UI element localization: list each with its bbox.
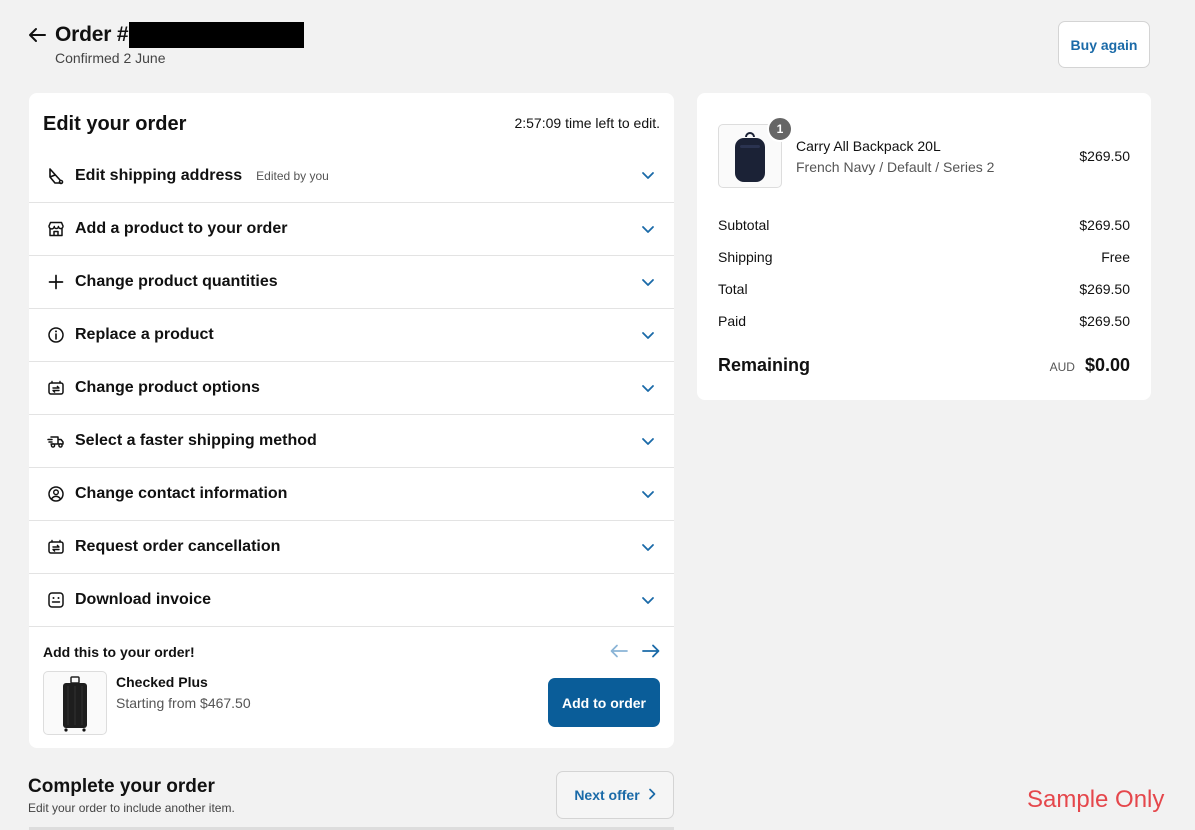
chevron-down-icon — [640, 168, 656, 184]
summary-product-variant: French Navy / Default / Series 2 — [796, 159, 995, 175]
truck-edit-icon — [47, 167, 65, 185]
chevron-right-icon — [648, 787, 656, 803]
chevron-down-icon — [640, 380, 656, 396]
summary-line-label: Paid — [718, 313, 747, 329]
buy-again-button[interactable]: Buy again — [1058, 21, 1150, 68]
row-label: Change product options — [75, 379, 260, 396]
summary-line-value: $269.50 — [1079, 281, 1130, 297]
change-options-row[interactable]: Change product options — [29, 362, 674, 415]
info-icon — [47, 326, 65, 344]
row-label: Edit shipping address Edited by you — [75, 166, 329, 184]
next-offer-label: Next offer — [574, 787, 640, 803]
row-label: Replace a product — [75, 326, 214, 343]
row-label: Change contact information — [75, 485, 288, 502]
complete-order-subtitle: Edit your order to include another item. — [28, 801, 235, 815]
store-icon — [47, 220, 65, 238]
download-invoice-row[interactable]: Download invoice — [29, 574, 674, 627]
back-arrow-icon[interactable] — [26, 24, 48, 46]
order-summary-card: 1 Carry All Backpack 20L French Navy / D… — [697, 93, 1151, 400]
chevron-down-icon — [640, 539, 656, 555]
change-contact-row[interactable]: Change contact information — [29, 468, 674, 521]
redacted-order-number — [129, 22, 305, 48]
upsell-product-price: Starting from $467.50 — [116, 695, 251, 711]
summary-line-label: Shipping — [718, 249, 773, 265]
remaining-value: AUD $0.00 — [1050, 355, 1130, 376]
row-label: Download invoice — [75, 591, 212, 608]
chevron-down-icon — [640, 592, 656, 608]
request-cancellation-row[interactable]: Request order cancellation — [29, 521, 674, 574]
chevron-down-icon — [640, 327, 656, 343]
remaining-label: Remaining — [718, 355, 811, 375]
subtotal-row: Subtotal $269.50 — [718, 217, 1130, 233]
row-label: Change product quantities — [75, 273, 278, 290]
next-offer-button[interactable]: Next offer — [556, 771, 674, 819]
chevron-down-icon — [640, 486, 656, 502]
upsell-title: Add this to your order! — [43, 644, 195, 660]
edit-order-heading: Edit your order — [43, 113, 187, 135]
row-label: Add a product to your order — [75, 220, 288, 237]
replace-product-row[interactable]: Replace a product — [29, 309, 674, 362]
confirmed-date: Confirmed 2 June — [55, 50, 166, 66]
faster-shipping-row[interactable]: Select a faster shipping method — [29, 415, 674, 468]
edit-shipping-address-row[interactable]: Edit shipping address Edited by you — [29, 149, 674, 203]
summary-line-label: Total — [718, 281, 748, 297]
shipping-row: Shipping Free — [718, 249, 1130, 265]
receipt-icon — [47, 591, 65, 609]
summary-line-value: Free — [1101, 249, 1130, 265]
upsell-product-name: Checked Plus — [116, 674, 208, 690]
plus-icon — [47, 273, 65, 291]
chevron-down-icon — [640, 274, 656, 290]
order-title-row: Order # — [55, 22, 305, 48]
order-title: Order # — [55, 23, 129, 46]
fast-truck-icon — [47, 432, 65, 450]
edit-time-left: 2:57:09 time left to edit. — [514, 115, 660, 131]
person-icon — [47, 485, 65, 503]
currency-code: AUD — [1049, 360, 1075, 374]
add-product-row[interactable]: Add a product to your order — [29, 203, 674, 256]
arrow-left-icon[interactable] — [609, 642, 629, 660]
remaining-amount: $0.00 — [1084, 355, 1130, 375]
row-sub-label: Edited by you — [256, 168, 329, 183]
change-quantities-row[interactable]: Change product quantities — [29, 256, 674, 309]
cart-swap-icon — [47, 379, 65, 397]
chevron-down-icon — [640, 433, 656, 449]
chevron-down-icon — [640, 221, 656, 237]
edit-options-list: Edit shipping address Edited by you Add a… — [29, 149, 674, 627]
summary-product-price: $269.50 — [1079, 148, 1130, 164]
summary-product-name: Carry All Backpack 20L — [796, 138, 941, 154]
total-row: Total $269.50 — [718, 281, 1130, 297]
sample-watermark: Sample Only — [1027, 786, 1165, 813]
edit-order-card: Edit your order 2:57:09 time left to edi… — [29, 93, 674, 748]
summary-line-value: $269.50 — [1079, 313, 1130, 329]
summary-line-label: Subtotal — [718, 217, 770, 233]
row-label: Select a faster shipping method — [75, 432, 317, 449]
paid-row: Paid $269.50 — [718, 313, 1130, 329]
suitcase-image — [43, 671, 107, 735]
add-to-order-button[interactable]: Add to order — [548, 678, 660, 727]
row-label: Request order cancellation — [75, 538, 281, 555]
complete-order-title: Complete your order — [28, 776, 215, 797]
summary-line-value: $269.50 — [1079, 217, 1130, 233]
cart-swap-icon — [47, 538, 65, 556]
quantity-badge: 1 — [767, 116, 793, 142]
arrow-right-icon[interactable] — [641, 642, 661, 660]
